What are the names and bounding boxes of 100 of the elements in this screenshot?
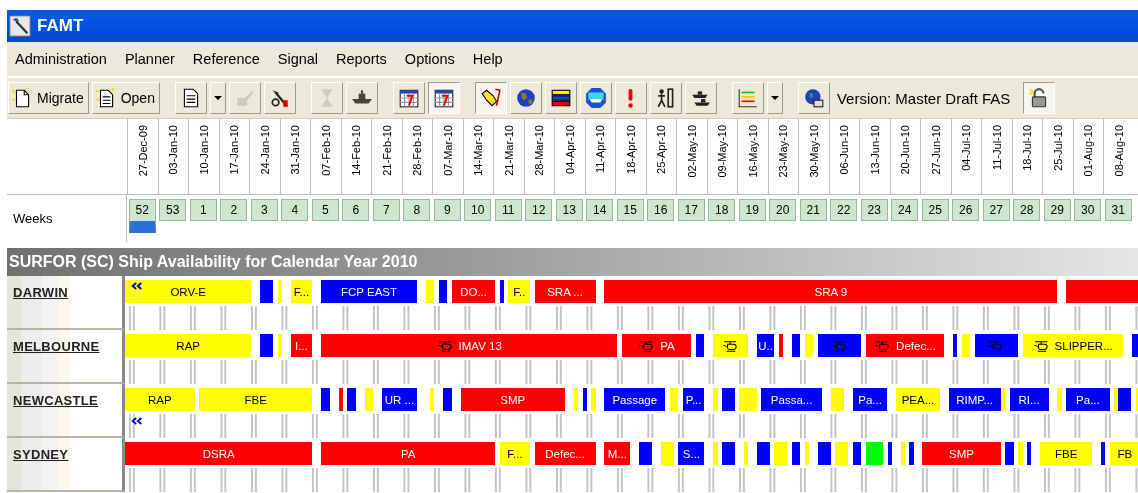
week-number[interactable]: 30 [1074,199,1102,221]
toolbar-icon-button[interactable] [474,82,507,114]
schedule-bar[interactable] [260,280,274,303]
week-number[interactable]: 53 [159,199,187,221]
week-number[interactable]: 12 [525,199,553,221]
week-number[interactable]: 9 [433,199,461,221]
menu-item[interactable]: Signal [277,51,319,67]
schedule-bar[interactable] [438,280,448,303]
ship-name[interactable]: SYDNEY [13,447,69,462]
schedule-bar[interactable]: FBE [199,388,313,411]
double-chevron-icon[interactable] [131,417,143,425]
menu-item[interactable]: Reference [192,51,260,67]
schedule-bar[interactable] [713,334,749,357]
schedule-bar[interactable]: Pa... [852,388,888,411]
toolbar-icon-button[interactable] [427,82,460,114]
ship-name[interactable]: DARWIN [13,285,68,300]
schedule-bar[interactable]: RI... [1009,388,1049,411]
schedule-bar[interactable]: S... [678,442,705,465]
schedule-bar[interactable]: FBE [1040,442,1093,465]
schedule-bar[interactable] [1026,442,1032,465]
schedule-bar[interactable]: I... [290,334,313,357]
week-number[interactable]: 27 [982,199,1010,221]
dropdown-button[interactable] [766,82,783,114]
schedule-bar[interactable]: SMP [460,388,566,411]
week-number[interactable]: 8 [403,199,431,221]
week-number[interactable]: 31 [1104,199,1132,221]
schedule-bar[interactable]: FCP EAST [321,280,417,303]
schedule-bar[interactable] [582,388,587,411]
schedule-bar[interactable] [1114,388,1119,411]
week-number[interactable]: 19 [738,199,766,221]
schedule-bar[interactable]: P... [682,388,705,411]
schedule-bar[interactable]: F... [499,442,531,465]
schedule-bar[interactable]: SLIPPER... [1022,334,1123,357]
week-number[interactable]: 2 [220,199,248,221]
week-number[interactable]: 24 [891,199,919,221]
schedule-bar[interactable] [791,334,801,357]
week-number[interactable]: 52 [128,199,156,233]
schedule-bar[interactable]: Pa... [1066,388,1110,411]
schedule-bar[interactable]: Defec... [865,334,945,357]
schedule-bar[interactable]: SRA ... [534,280,596,303]
schedule-bar[interactable] [952,334,958,357]
week-number[interactable]: 25 [921,199,949,221]
schedule-bar[interactable] [1131,334,1138,357]
week-number[interactable]: 5 [311,199,339,221]
schedule-bar[interactable] [260,334,274,357]
schedule-bar[interactable]: PEA... [896,388,940,411]
schedule-bar[interactable]: Passage [604,388,666,411]
week-number[interactable]: 21 [799,199,827,221]
week-number[interactable]: 17 [677,199,705,221]
menu-item[interactable]: Administration [15,51,107,67]
week-number[interactable]: 1 [189,199,217,221]
schedule-bar[interactable] [756,442,770,465]
week-number[interactable]: 3 [250,199,278,221]
week-number[interactable]: 15 [616,199,644,221]
schedule-bar[interactable] [791,442,801,465]
schedule-bar[interactable] [817,442,831,465]
schedule-bar[interactable]: DO... [451,280,496,303]
toolbar-button[interactable]: Open [91,82,160,114]
week-number[interactable]: 7 [372,199,400,221]
menu-item[interactable]: Planner [124,51,175,67]
week-number[interactable]: 22 [830,199,858,221]
schedule-bar[interactable]: DSRA [125,442,313,465]
schedule-bar[interactable]: U.. [756,334,775,357]
schedule-bar[interactable]: Defec... [534,442,596,465]
schedule-bar[interactable] [974,334,1019,357]
week-number[interactable]: 11 [494,199,522,221]
schedule-bar[interactable]: SMP [922,442,1001,465]
schedule-bar[interactable]: F... [290,280,313,303]
schedule-bar[interactable] [1118,388,1132,411]
week-number[interactable]: 6 [342,199,370,221]
schedule-bar[interactable]: SRA 9 [604,280,1058,303]
week-number[interactable]: 23 [860,199,888,221]
ship-name[interactable]: MELBOURNE [13,339,100,354]
schedule-bar[interactable]: RAP [125,334,252,357]
schedule-bar[interactable] [1000,388,1006,411]
schedule-bar[interactable]: PA [321,442,496,465]
week-number[interactable]: 13 [555,199,583,221]
schedule-bar[interactable]: Passa... [761,388,823,411]
week-number[interactable]: 20 [769,199,797,221]
week-number[interactable]: 18 [708,199,736,221]
schedule-bar[interactable]: M... [604,442,631,465]
schedule-bar[interactable] [852,442,862,465]
menu-item[interactable]: Reports [336,51,387,67]
schedule-bar[interactable] [721,388,735,411]
schedule-bar[interactable] [887,442,892,465]
schedule-bar[interactable]: UR ... [382,388,417,411]
schedule-bar[interactable] [1101,442,1106,465]
week-number[interactable]: 14 [586,199,614,221]
double-chevron-icon[interactable] [131,282,143,290]
schedule-bar[interactable]: FB [1109,442,1138,465]
schedule-bar[interactable]: ORV-E [125,280,252,303]
week-number[interactable]: 4 [281,199,309,221]
schedule-bar[interactable]: RAP [125,388,195,411]
week-number[interactable]: 10 [464,199,492,221]
schedule-bar[interactable]: IMAV 13 [321,334,618,357]
week-number[interactable]: 16 [647,199,675,221]
menu-item[interactable]: Options [404,51,455,67]
schedule-bar[interactable]: RIMP... [948,388,1001,411]
toolbar-button[interactable]: Migrate [8,82,89,114]
ship-name[interactable]: NEWCASTLE [13,393,99,408]
